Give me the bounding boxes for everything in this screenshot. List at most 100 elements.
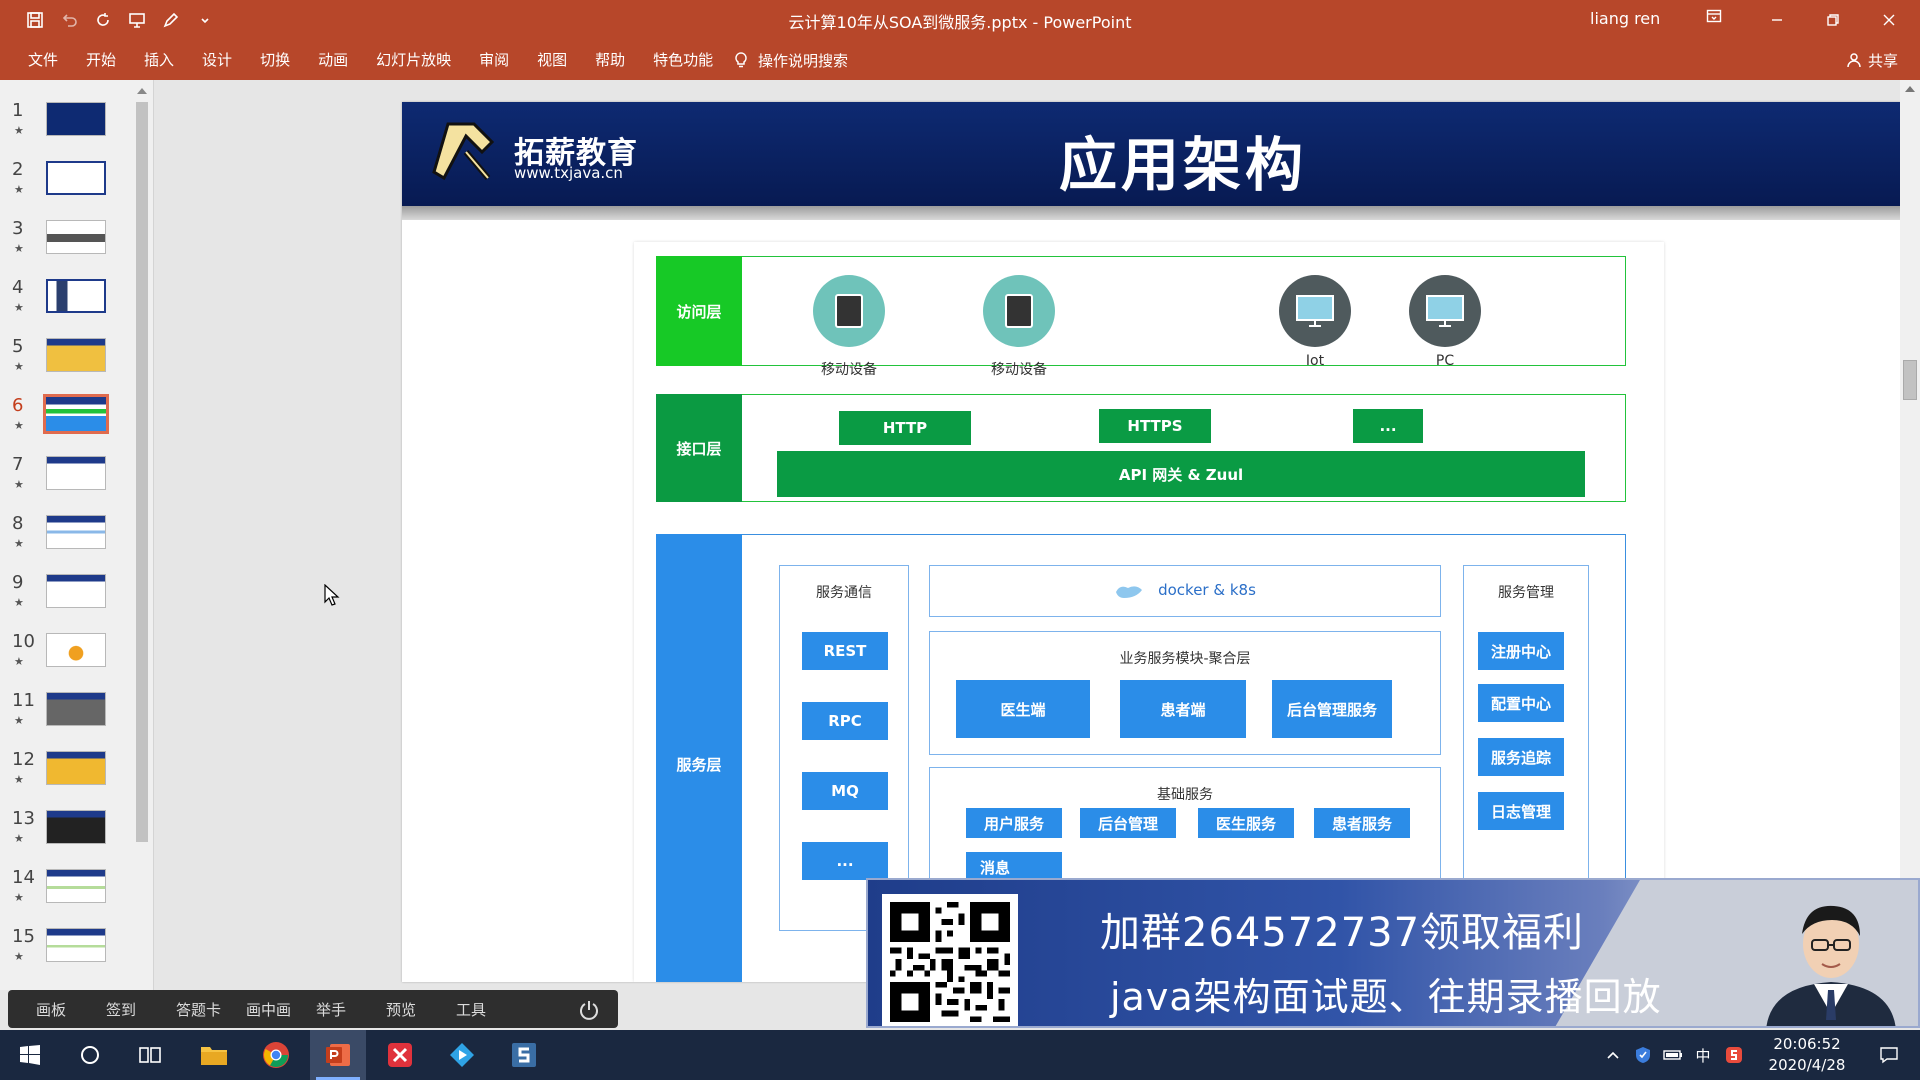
animation-star-icon: ★ bbox=[14, 773, 24, 786]
service-management-box: 服务管理 注册中心 配置中心 服务追踪 日志管理 bbox=[1463, 565, 1589, 931]
tab-file[interactable]: 文件 bbox=[14, 40, 72, 80]
slide-thumbnail-6[interactable]: 6 ★ bbox=[0, 394, 136, 447]
tablet-icon bbox=[813, 275, 885, 347]
slide-title: 应用架构 bbox=[1058, 131, 1307, 199]
taskbar-file-explorer[interactable] bbox=[186, 1030, 242, 1080]
scrollbar-thumb[interactable] bbox=[1903, 360, 1917, 400]
animation-star-icon: ★ bbox=[14, 478, 24, 491]
animation-star-icon: ★ bbox=[14, 301, 24, 314]
tray-battery[interactable] bbox=[1660, 1030, 1686, 1080]
slide-thumbnail-4[interactable]: 4 ★ bbox=[0, 277, 136, 329]
scrollbar-thumb[interactable] bbox=[136, 102, 148, 842]
tab-help[interactable]: 帮助 bbox=[581, 40, 639, 80]
taskbar-xmind[interactable] bbox=[372, 1030, 428, 1080]
start-button[interactable] bbox=[2, 1030, 58, 1080]
slide-number: 11 bbox=[12, 690, 35, 711]
scroll-up-icon[interactable] bbox=[1905, 86, 1915, 92]
tray-security[interactable] bbox=[1630, 1030, 1656, 1080]
slide-number: 9 bbox=[12, 572, 24, 593]
animation-star-icon: ★ bbox=[14, 950, 24, 963]
slide-thumbnail-12[interactable]: 12 ★ bbox=[0, 749, 136, 801]
tool-answer-card[interactable]: 答题卡 bbox=[176, 999, 246, 1020]
architecture-diagram: 访问层 移动设备 移动设备 Iot PC 接口层 HTTP HTTPS ... … bbox=[634, 242, 1664, 982]
tab-view[interactable]: 视图 bbox=[523, 40, 581, 80]
tab-featured[interactable]: 特色功能 bbox=[639, 40, 727, 80]
device-pc: PC bbox=[1395, 275, 1495, 369]
slide-preview bbox=[46, 574, 106, 608]
thumbnail-scrollbar[interactable] bbox=[134, 86, 150, 986]
slide-preview bbox=[46, 751, 106, 785]
cortana-circle-icon bbox=[81, 1046, 99, 1064]
slide-number: 3 bbox=[12, 218, 24, 239]
animation-star-icon: ★ bbox=[14, 419, 24, 432]
battery-icon bbox=[1663, 1050, 1682, 1060]
tab-transitions[interactable]: 切换 bbox=[246, 40, 304, 80]
slide-number: 7 bbox=[12, 454, 24, 475]
close-button[interactable] bbox=[1862, 0, 1916, 40]
action-center-button[interactable] bbox=[1866, 1030, 1912, 1080]
tray-ime[interactable]: 中 bbox=[1690, 1030, 1716, 1080]
slide-thumbnail-7[interactable]: 7 ★ bbox=[0, 454, 136, 506]
power-button[interactable] bbox=[578, 999, 600, 1021]
mgmt-logging: 日志管理 bbox=[1478, 792, 1564, 830]
protocol-more: ... bbox=[1353, 409, 1423, 443]
tab-insert[interactable]: 插入 bbox=[130, 40, 188, 80]
slide-thumbnail-8[interactable]: 8 ★ bbox=[0, 513, 136, 565]
tab-slideshow[interactable]: 幻灯片放映 bbox=[362, 40, 465, 80]
slide-number: 13 bbox=[12, 808, 35, 829]
promo-headline: 加群264572737领取福利 bbox=[1100, 910, 1585, 956]
tray-overflow-button[interactable] bbox=[1600, 1030, 1626, 1080]
live-streaming-icon bbox=[450, 1043, 474, 1067]
slide-thumbnail-1[interactable]: 1 ★ bbox=[0, 100, 136, 152]
tab-review[interactable]: 审阅 bbox=[465, 40, 523, 80]
slide-thumbnail-14[interactable]: 14 ★ bbox=[0, 867, 136, 919]
account-name[interactable]: liang ren bbox=[1590, 9, 1660, 28]
header-shadow-band bbox=[402, 206, 1920, 220]
taskbar-live-app[interactable] bbox=[434, 1030, 490, 1080]
slide-thumbnail-11[interactable]: 11 ★ bbox=[0, 690, 136, 742]
comm-rpc: RPC bbox=[802, 702, 888, 740]
taskbar-sublime[interactable] bbox=[496, 1030, 552, 1080]
search-button[interactable] bbox=[62, 1030, 118, 1080]
minimize-button[interactable] bbox=[1750, 0, 1804, 40]
task-view-button[interactable] bbox=[122, 1030, 178, 1080]
live-tools-bar: 画板 签到 答题卡 画中画 举手 预览 工具 bbox=[8, 990, 618, 1028]
management-title: 服务管理 bbox=[1498, 585, 1554, 601]
tab-design[interactable]: 设计 bbox=[188, 40, 246, 80]
slide-thumbnail-5[interactable]: 5 ★ bbox=[0, 336, 136, 388]
tray-sogou[interactable] bbox=[1720, 1030, 1748, 1080]
slide-thumbnail-13[interactable]: 13 ★ bbox=[0, 808, 136, 860]
windows-logo-icon bbox=[20, 1045, 40, 1065]
taskbar-clock[interactable]: 20:06:52 2020/4/28 bbox=[1752, 1034, 1862, 1076]
scroll-up-icon[interactable] bbox=[137, 88, 147, 94]
slide-preview bbox=[46, 220, 106, 254]
tool-drawing-board[interactable]: 画板 bbox=[36, 999, 106, 1020]
slide-scrollbar[interactable] bbox=[1900, 80, 1920, 990]
tool-tools[interactable]: 工具 bbox=[456, 999, 526, 1020]
taskbar-chrome[interactable] bbox=[248, 1030, 304, 1080]
protocol-https: HTTPS bbox=[1099, 409, 1211, 443]
tool-picture-in-picture[interactable]: 画中画 bbox=[246, 999, 316, 1020]
share-button[interactable]: 共享 bbox=[1846, 40, 1898, 80]
restore-icon bbox=[1827, 14, 1839, 26]
animation-star-icon: ★ bbox=[14, 242, 24, 255]
access-layer-label: 访问层 bbox=[656, 256, 742, 366]
taskbar-powerpoint[interactable] bbox=[310, 1030, 366, 1080]
slide-thumbnail-9[interactable]: 9 ★ bbox=[0, 572, 136, 624]
tool-sign-in[interactable]: 签到 bbox=[106, 999, 176, 1020]
slide-thumbnail-3[interactable]: 3 ★ bbox=[0, 218, 136, 270]
tool-preview[interactable]: 预览 bbox=[386, 999, 456, 1020]
ribbon-display-options-button[interactable] bbox=[1706, 8, 1732, 32]
current-slide[interactable]: 拓薪教育 www.txjava.cn 应用架构 访问层 移动设备 移动设备 Io… bbox=[402, 102, 1920, 982]
chevron-up-icon bbox=[1607, 1051, 1619, 1059]
slide-thumbnail-10[interactable]: 10 ★ bbox=[0, 631, 136, 683]
tool-raise-hand[interactable]: 举手 bbox=[316, 999, 386, 1020]
restore-button[interactable] bbox=[1806, 0, 1860, 40]
task-view-icon bbox=[139, 1047, 161, 1063]
tab-animations[interactable]: 动画 bbox=[304, 40, 362, 80]
promo-banner: 加群264572737领取福利 java架构面试题、往期录播回放 bbox=[866, 878, 1920, 1028]
tab-home[interactable]: 开始 bbox=[72, 40, 130, 80]
slide-thumbnail-15[interactable]: 15 ★ bbox=[0, 926, 136, 978]
tell-me-search[interactable]: 操作说明搜索 bbox=[732, 40, 848, 80]
slide-thumbnail-2[interactable]: 2 ★ bbox=[0, 159, 136, 211]
